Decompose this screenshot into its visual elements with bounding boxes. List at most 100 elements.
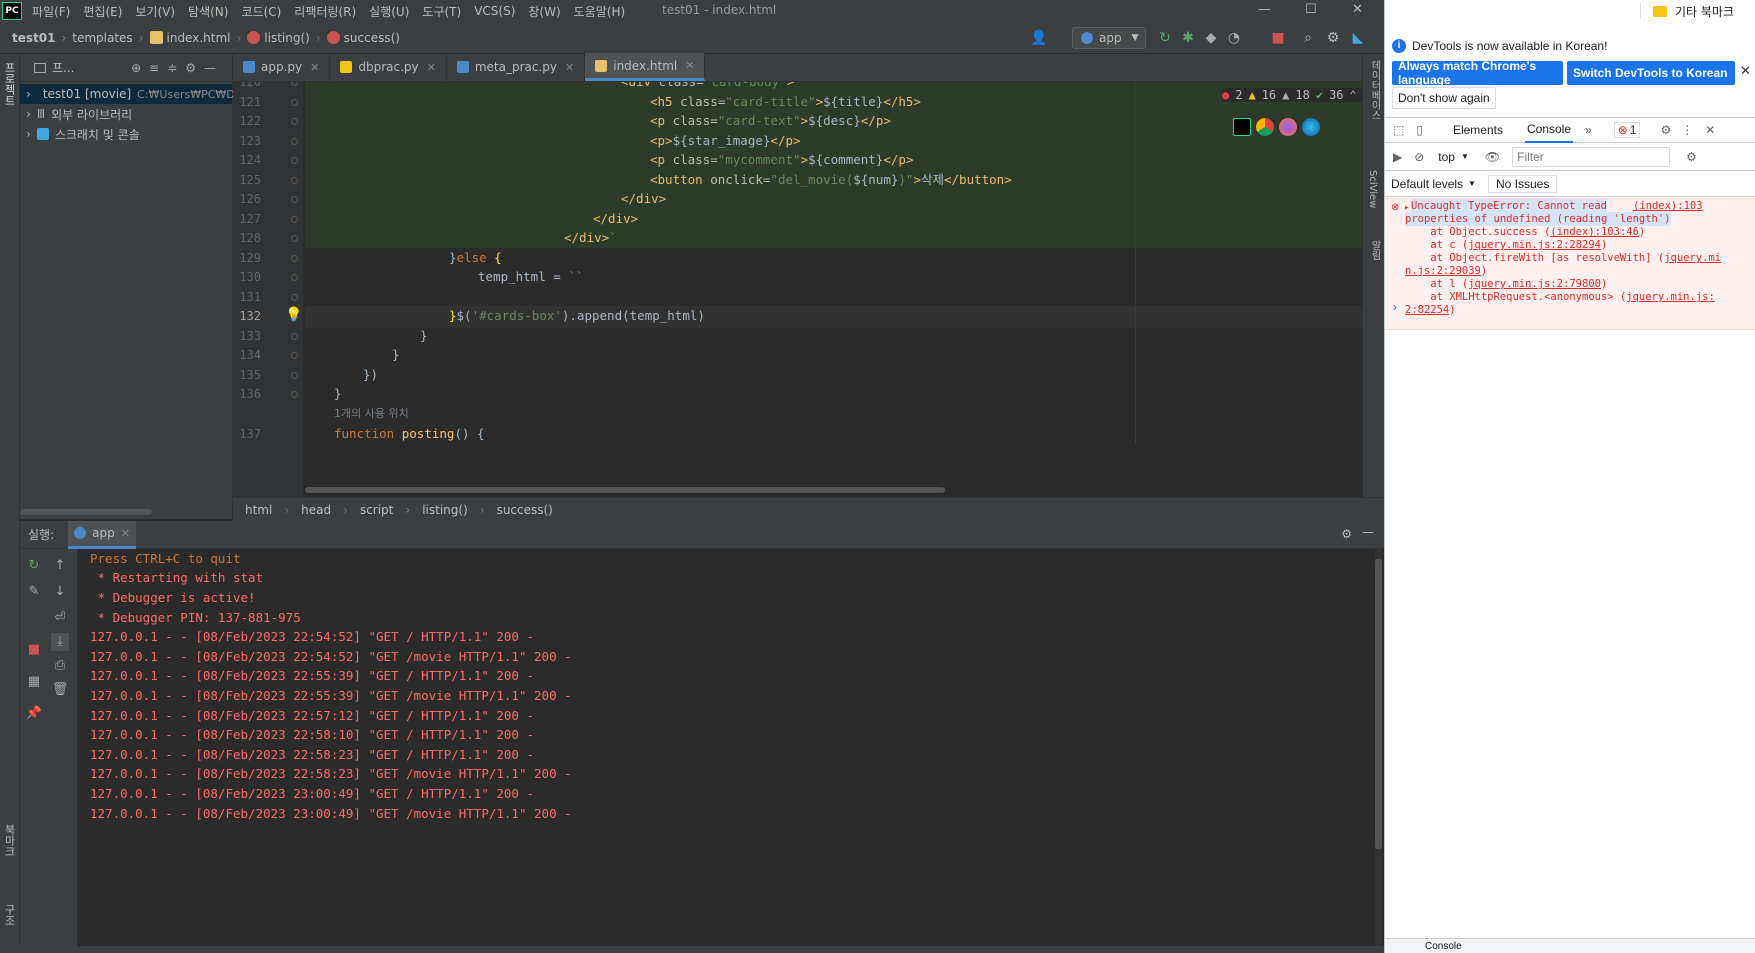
notifications-tool-button[interactable]: 알림	[1367, 240, 1382, 260]
stack-frame-link[interactable]: jquery.min.js:2:79800	[1468, 278, 1601, 290]
stop-icon[interactable]: ■	[25, 641, 43, 659]
default-levels-select[interactable]: Default levels ▼	[1391, 177, 1476, 191]
stop-icon[interactable]: ■	[1270, 30, 1286, 46]
panel-actions-icon[interactable]: ⊕≡≑⚙—	[131, 61, 224, 75]
settings-icon[interactable]: ⚙	[1341, 527, 1352, 541]
fold-marker-icon[interactable]	[291, 137, 298, 145]
project-tool-button[interactable]: 프로젝트	[3, 62, 17, 106]
inspection-widget[interactable]: ●2 ▲16 ▲18 ✔36 ⌃ ⌄	[1222, 88, 1370, 102]
firefox-icon[interactable]	[1279, 118, 1297, 136]
stack-frame-link[interactable]: jquery.min.js:2:28294	[1468, 239, 1601, 251]
error-source[interactable]: (index):103	[1633, 200, 1703, 212]
tab-meta-prac-py[interactable]: meta_prac.py ✕	[447, 53, 586, 81]
breadcrumb-file[interactable]: index.html	[167, 31, 231, 45]
tab-console[interactable]: Console	[1524, 117, 1574, 143]
console-prompt-icon[interactable]: ›	[1393, 300, 1397, 314]
chevron-right-icon[interactable]: ›	[26, 87, 31, 101]
user-icon[interactable]: 👤	[1030, 30, 1047, 46]
menu-file[interactable]: 파일(F)	[32, 3, 70, 20]
menu-view[interactable]: 보기(V)	[135, 3, 175, 20]
fold-marker-icon[interactable]	[291, 157, 298, 164]
stack-frame-link[interactable]: 2:82254	[1405, 304, 1449, 316]
tab-app-py[interactable]: app.py ✕	[233, 53, 331, 81]
close-tab-icon[interactable]: ✕	[427, 61, 436, 74]
pin-icon[interactable]: 📌	[25, 705, 43, 723]
crumb-head[interactable]: head	[301, 503, 331, 517]
live-expression-icon[interactable]: 👁	[1485, 150, 1500, 164]
close-tab-icon[interactable]: ✕	[685, 59, 694, 72]
close-tab-icon[interactable]: ✕	[565, 61, 574, 74]
scroll-to-end-icon[interactable]: ⤓	[51, 633, 69, 651]
error-source-link[interactable]: (index):103	[1633, 199, 1703, 213]
stack-frame-link[interactable]: n.js:2:29039	[1405, 265, 1481, 277]
close-tab-icon[interactable]: ✕	[310, 61, 319, 74]
more-tabs-icon[interactable]: »	[1585, 123, 1592, 137]
menu-navigate[interactable]: 탐색(N)	[188, 3, 228, 20]
fold-marker-icon[interactable]	[291, 196, 298, 203]
project-header-label[interactable]: 프...	[52, 59, 74, 76]
profile-icon[interactable]: ◔	[1226, 30, 1242, 46]
fold-marker-icon[interactable]	[291, 391, 298, 398]
database-tool-button[interactable]: 데이터베이스	[1367, 60, 1382, 120]
usage-hint[interactable]: 1개의 사용 위치	[305, 403, 1384, 425]
hide-panel-icon[interactable]: —	[1362, 525, 1374, 539]
pycharm-browser-icon[interactable]	[1233, 118, 1251, 136]
fold-marker-icon[interactable]	[291, 82, 298, 86]
fold-marker-icon[interactable]	[291, 254, 298, 262]
arrow-down-icon[interactable]: ↓	[51, 583, 69, 601]
fold-marker-icon[interactable]	[291, 215, 298, 223]
layout-icon[interactable]: ▦	[25, 673, 43, 691]
issues-button[interactable]: No Issues	[1487, 174, 1558, 193]
fold-marker-icon[interactable]	[291, 176, 298, 184]
drawer-console-tab[interactable]: Console	[1425, 941, 1462, 952]
error-badge[interactable]: ⊗ 1	[1613, 122, 1641, 138]
console-scrollbar-thumb[interactable]	[1375, 559, 1382, 849]
fold-marker-icon[interactable]	[291, 371, 298, 379]
trash-icon[interactable]: 🗑	[51, 681, 69, 699]
inspect-element-icon[interactable]: ⬚	[1393, 123, 1404, 137]
menu-vcs[interactable]: VCS(S)	[474, 4, 515, 18]
close-infobar-icon[interactable]: ✕	[1740, 63, 1751, 79]
menu-refactor[interactable]: 리팩터링(R)	[294, 3, 356, 20]
structure-tool-button[interactable]: 구조	[3, 904, 17, 926]
stack-frame-link[interactable]: (index):103:46	[1550, 226, 1639, 238]
chevron-right-icon[interactable]: ›	[26, 107, 31, 121]
clear-console-icon[interactable]: ⊘	[1414, 150, 1424, 164]
close-icon[interactable]: ✕	[1352, 2, 1363, 17]
breadcrumb-folder[interactable]: templates	[72, 31, 132, 45]
maximize-icon[interactable]: ☐	[1305, 2, 1317, 17]
lightbulb-icon[interactable]: 💡	[285, 307, 302, 323]
breadcrumb-method[interactable]: success()	[344, 31, 400, 45]
menu-tools[interactable]: 도구(T)	[422, 3, 461, 20]
menu-code[interactable]: 코드(C)	[241, 3, 281, 20]
settings-icon[interactable]: ⚙	[1660, 123, 1671, 137]
sciview-tool-button[interactable]: SciView	[1367, 170, 1378, 208]
crumb-script[interactable]: script	[360, 503, 393, 517]
device-toolbar-icon[interactable]: ▯	[1416, 123, 1423, 137]
crumb-html[interactable]: html	[245, 503, 272, 517]
bookmarks-tool-button[interactable]: 북마크	[3, 824, 17, 857]
tab-index-html[interactable]: index.html ✕	[585, 53, 706, 81]
rerun-icon[interactable]: ↻	[1157, 30, 1173, 46]
breadcrumb-function[interactable]: listing()	[264, 31, 310, 45]
switch-to-korean-button[interactable]: Switch DevTools to Korean	[1567, 61, 1735, 85]
edge-icon[interactable]	[1302, 118, 1320, 136]
chevron-right-icon[interactable]: ›	[26, 127, 31, 141]
chrome-icon[interactable]	[1256, 118, 1274, 136]
fold-marker-icon[interactable]	[291, 352, 298, 359]
chevron-up-icon[interactable]: ⌃	[1350, 88, 1357, 102]
menu-run[interactable]: 실행(U)	[369, 3, 409, 20]
fold-marker-icon[interactable]	[291, 98, 298, 106]
always-match-language-button[interactable]: Always match Chrome's language	[1392, 59, 1563, 87]
tree-item-project[interactable]: › test01 [movie] C:₩Users₩PC₩D	[20, 84, 235, 104]
search-icon[interactable]: ⌕	[1300, 30, 1316, 46]
rerun-icon[interactable]: ↻	[25, 557, 43, 575]
menu-edit[interactable]: 편집(E)	[83, 3, 122, 20]
fold-marker-icon[interactable]	[291, 235, 298, 242]
tab-dbprac-py[interactable]: dbprac.py ✕	[330, 53, 447, 81]
tree-item-libraries[interactable]: › Ⅲ 외부 라이브러리	[20, 104, 232, 124]
console-settings-icon[interactable]: ⚙	[1686, 150, 1697, 164]
stack-frame-link[interactable]: jquery.min.js:	[1626, 291, 1715, 303]
tab-elements[interactable]: Elements	[1453, 123, 1503, 137]
dont-show-again-button[interactable]: Don't show again	[1392, 87, 1496, 109]
